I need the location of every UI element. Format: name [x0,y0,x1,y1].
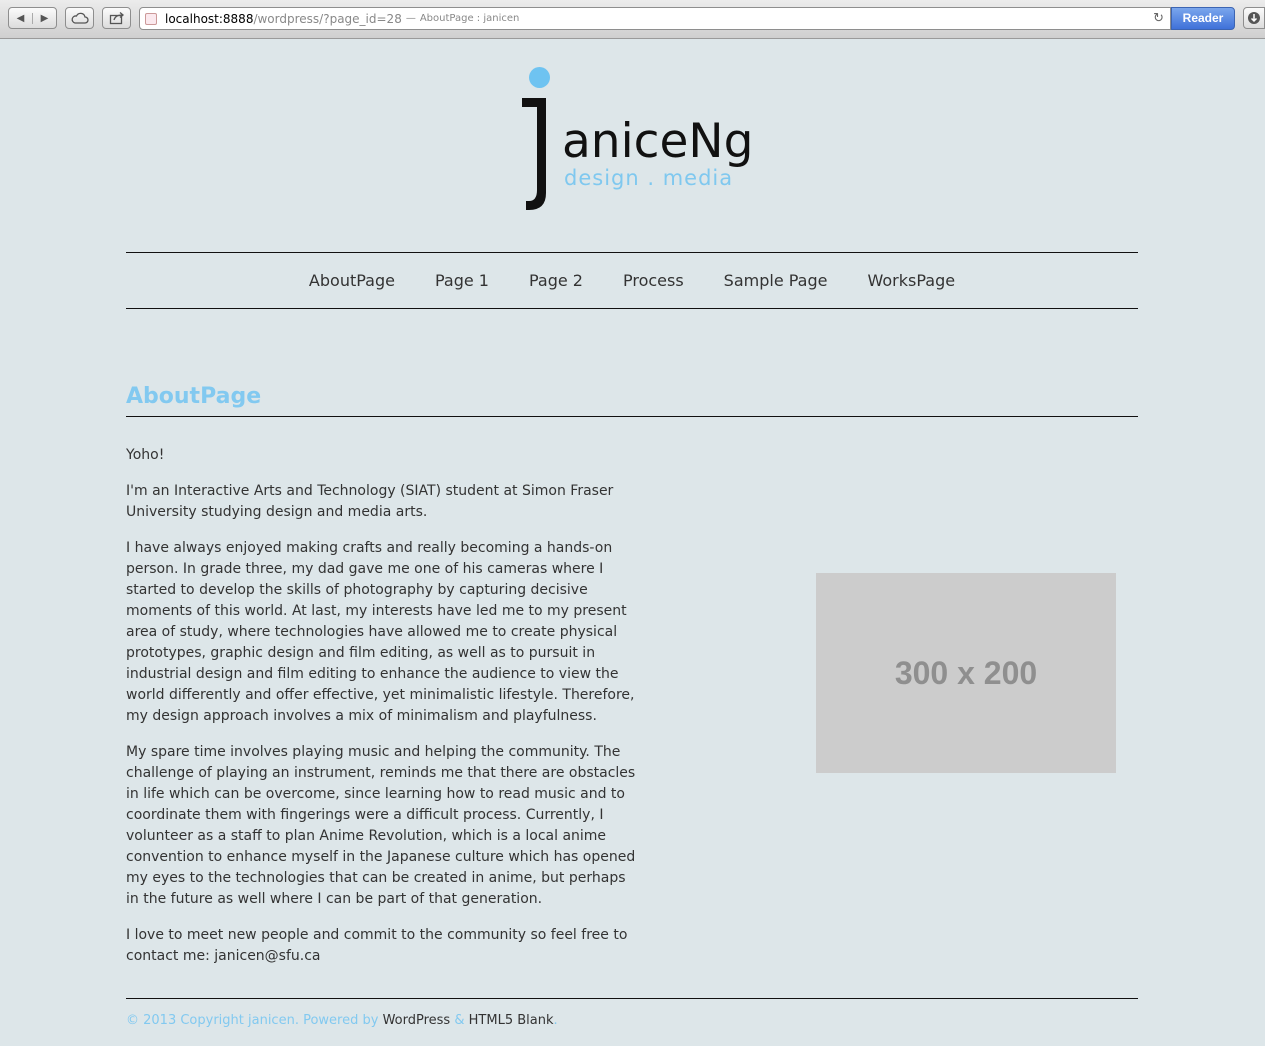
nav-item-sample-page[interactable]: Sample Page [724,271,828,290]
paragraph-greeting: Yoho! [126,447,165,463]
title-divider [126,416,1138,417]
paragraph-spare-time: My spare time involves playing music and… [126,744,636,907]
download-icon [1248,12,1260,24]
footer-period: . [553,1013,558,1028]
url-page-title: AboutPage : janicen [419,13,520,24]
address-bar[interactable]: localhost:8888 /wordpress/?page_id=28 — … [139,7,1171,30]
page-title: AboutPage [126,384,262,409]
footer-divider [126,998,1138,999]
logo-tagline: design . media [564,166,734,190]
footer: © 2013 Copyright janicen. Powered by Wor… [126,1013,558,1028]
nav-item-process[interactable]: Process [623,271,684,290]
reload-icon[interactable]: ↻ [1153,11,1164,26]
logo-j-letter [522,98,546,210]
logo-name: aniceNg [562,114,754,169]
main-nav: AboutPage Page 1 Page 2 Process Sample P… [126,253,1138,308]
share-icon [109,12,124,25]
footer-ampersand: & [454,1013,465,1028]
browser-toolbar: ◀ ▶ localhost:8888 /wordpress/?page_id=2… [0,0,1265,39]
paragraph-background: I have always enjoyed making crafts and … [126,540,635,724]
paragraph-contact: I love to meet new people and commit to … [126,927,628,964]
icloud-tabs-button[interactable] [65,7,94,29]
logo-dot [529,67,550,88]
favicon-icon [145,12,157,25]
url-path: /wordpress/?page_id=28 [253,11,402,26]
nav-item-aboutpage[interactable]: AboutPage [309,271,395,290]
url-separator: — [405,13,416,24]
forward-icon[interactable]: ▶ [32,12,56,24]
nav-bottom-divider [126,308,1138,309]
image-placeholder: 300 x 200 [816,573,1116,773]
nav-item-page-2[interactable]: Page 2 [529,271,583,290]
site-logo[interactable]: aniceNg design . media [510,60,760,220]
footer-copyright: © 2013 Copyright janicen. Powered by [126,1013,379,1028]
url-host: localhost:8888 [165,11,254,26]
nav-item-page-1[interactable]: Page 1 [435,271,489,290]
downloads-button[interactable] [1243,7,1265,29]
cloud-icon [71,12,89,24]
about-content: Yoho! I'm an Interactive Arts and Techno… [126,445,636,982]
share-button[interactable] [102,7,131,29]
footer-html5blank-link[interactable]: HTML5 Blank [469,1013,554,1028]
back-forward-buttons: ◀ ▶ [8,7,57,29]
reader-button[interactable]: Reader [1171,7,1235,30]
nav-item-workspage[interactable]: WorksPage [867,271,955,290]
footer-wordpress-link[interactable]: WordPress [383,1013,451,1028]
back-icon[interactable]: ◀ [9,13,32,24]
paragraph-intro: I'm an Interactive Arts and Technology (… [126,483,614,520]
